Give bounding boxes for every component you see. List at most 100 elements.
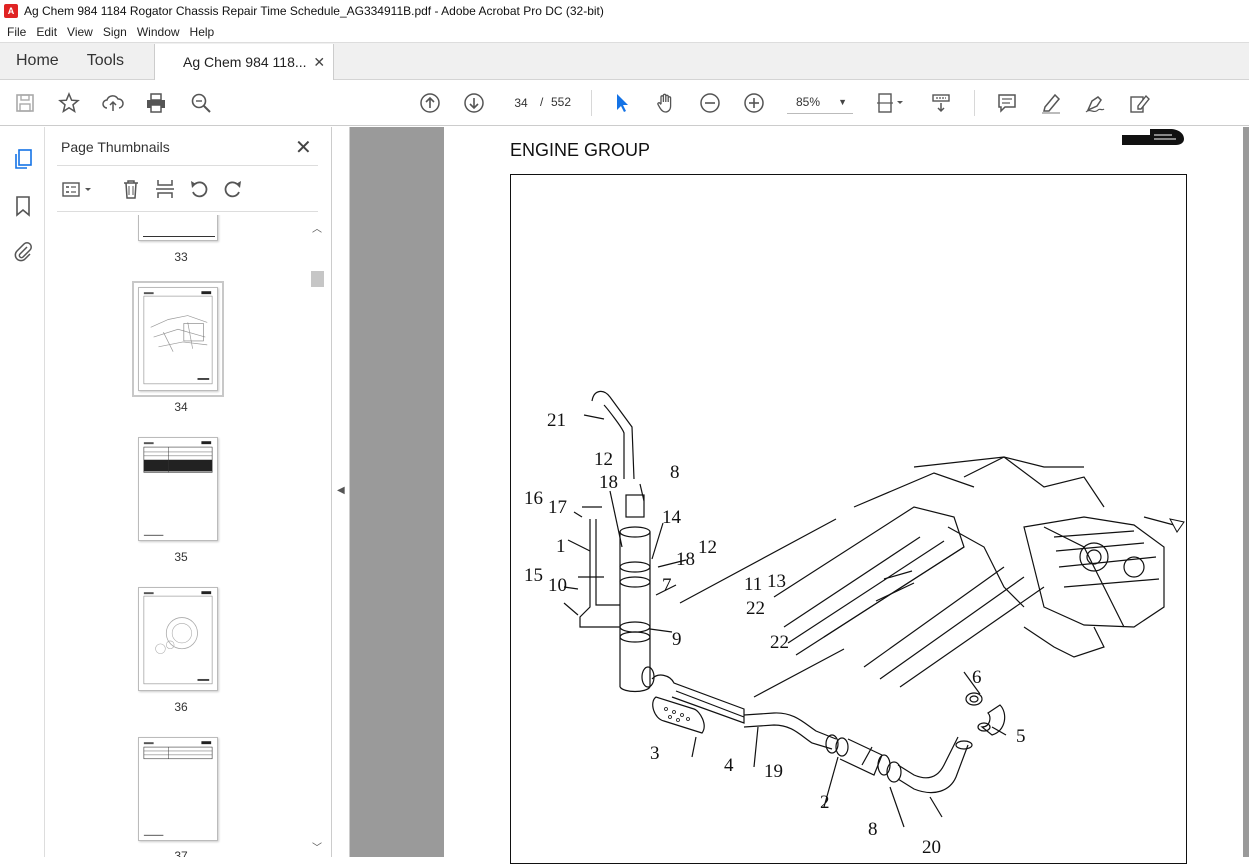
callout-11: 11 (744, 574, 762, 595)
page-thumbnails-panel: Page Thumbnails ✕ 33 34 35 36 37 ︿ ﹀ (45, 127, 332, 857)
print-icon[interactable] (143, 90, 169, 116)
rotate-counterclockwise-icon[interactable] (187, 177, 211, 201)
thumbnail-page-35[interactable] (138, 437, 218, 541)
next-page-icon[interactable] (461, 90, 487, 116)
highlight-pen-icon[interactable] (1038, 90, 1064, 116)
thumbnail-scrollbar[interactable]: ︿ ﹀ (310, 215, 324, 857)
callout-6: 6 (972, 667, 982, 688)
previous-page-icon[interactable] (417, 90, 443, 116)
menu-bar: File Edit View Sign Window Help (0, 22, 1249, 42)
callout-8: 8 (670, 462, 680, 483)
cloud-upload-icon[interactable] (100, 90, 126, 116)
panel-divider (57, 165, 318, 166)
callout-5: 5 (1016, 726, 1026, 747)
thumbnail-label: 34 (174, 400, 188, 414)
callout-21: 21 (547, 410, 566, 431)
callout-2: 2 (820, 792, 830, 813)
bookmark-icon[interactable] (11, 194, 35, 218)
scroll-mode-icon[interactable] (928, 90, 954, 116)
pdf-page: ENGINE GROUP 21 12 8 18 16 17 14 1 18 12… (444, 127, 1243, 864)
callout-7: 7 (662, 575, 672, 596)
exhaust-assembly-diagram: 21 12 8 18 16 17 14 1 18 12 15 10 7 11 1… (524, 390, 1185, 857)
callout-14: 14 (662, 507, 682, 528)
collapse-left-icon[interactable]: ◀ (337, 485, 345, 496)
callout-18b: 18 (676, 549, 695, 570)
zoom-level-select[interactable]: 85% ▼ (787, 92, 853, 114)
panel-collapse-strip[interactable]: ◀ (332, 127, 350, 857)
menu-window[interactable]: Window (132, 22, 185, 42)
comment-icon[interactable] (994, 90, 1020, 116)
callout-18: 18 (599, 472, 618, 493)
sign-pen-icon[interactable] (1082, 90, 1108, 116)
callout-9: 9 (672, 629, 682, 650)
rotate-clockwise-icon[interactable] (221, 177, 245, 201)
callout-12: 12 (594, 449, 613, 470)
insert-page-icon[interactable] (153, 177, 177, 201)
thumbnail-label: 36 (174, 700, 188, 714)
menu-help[interactable]: Help (185, 22, 220, 42)
page-thumbnails-icon[interactable] (11, 147, 35, 171)
thumbnail-page-34[interactable] (132, 281, 224, 397)
delete-page-icon[interactable] (119, 177, 143, 201)
callout-12b: 12 (698, 537, 717, 558)
panel-title: Page Thumbnails (61, 139, 170, 155)
thumbnail-options-icon[interactable] (59, 177, 97, 201)
toolbar-divider (974, 90, 975, 116)
scroll-down-icon[interactable]: ﹀ (312, 839, 322, 854)
thumbnail-page-37[interactable] (138, 737, 218, 841)
zoom-in-icon[interactable] (741, 90, 767, 116)
edit-tools-icon[interactable] (1126, 90, 1152, 116)
menu-file[interactable]: File (2, 22, 31, 42)
callout-22b: 22 (770, 632, 789, 653)
close-tab-icon[interactable]: ✕ (313, 54, 325, 71)
zoom-level-value: 85% (796, 95, 821, 109)
callout-15: 15 (524, 565, 543, 586)
callout-8b: 8 (868, 819, 878, 840)
save-icon[interactable] (12, 90, 38, 116)
callout-10: 10 (548, 575, 567, 596)
current-page-input[interactable]: 34 (507, 92, 535, 114)
navigation-rail (0, 127, 45, 857)
callout-19: 19 (764, 761, 783, 782)
thumbnail-list: 33 34 35 36 37 (57, 215, 309, 857)
toolbar-divider (591, 90, 592, 116)
tab-document[interactable]: Ag Chem 984 118... ✕ (154, 44, 335, 80)
hand-tool-icon[interactable] (653, 90, 679, 116)
callout-16: 16 (524, 488, 543, 509)
zoom-search-icon[interactable] (188, 90, 214, 116)
document-tab-label: Ag Chem 984 118... (183, 54, 307, 70)
tab-tools[interactable]: Tools (73, 43, 138, 79)
toolbar: 34 / 552 85% ▼ (0, 80, 1249, 126)
scroll-up-icon[interactable]: ︿ (312, 220, 322, 235)
thumbnail-page-33[interactable] (138, 215, 218, 241)
thumbnail-page-36[interactable] (138, 587, 218, 691)
title-bar: A Ag Chem 984 1184 Rogator Chassis Repai… (0, 0, 1249, 22)
page-fit-icon[interactable] (872, 90, 908, 116)
callout-1: 1 (556, 536, 566, 557)
acrobat-app-icon: A (4, 4, 18, 18)
attachment-paperclip-icon[interactable] (11, 239, 35, 263)
menu-edit[interactable]: Edit (31, 22, 62, 42)
scroll-thumb[interactable] (311, 271, 324, 287)
menu-view[interactable]: View (62, 22, 98, 42)
thumbnail-label: 35 (174, 550, 188, 564)
window-title: Ag Chem 984 1184 Rogator Chassis Repair … (24, 4, 604, 18)
callout-4: 4 (724, 755, 734, 776)
zoom-out-icon[interactable] (697, 90, 723, 116)
thumbnail-label: 33 (174, 250, 188, 264)
close-panel-icon[interactable]: ✕ (295, 135, 312, 160)
select-pointer-icon[interactable] (609, 90, 635, 116)
callout-17: 17 (548, 497, 567, 518)
chevron-down-icon: ▼ (838, 97, 847, 107)
tab-home[interactable]: Home (0, 43, 73, 79)
tab-bar: Home Tools Ag Chem 984 118... ✕ (0, 42, 1249, 80)
callout-20: 20 (922, 837, 941, 857)
callout-13: 13 (767, 571, 786, 592)
thumbnail-label: 37 (174, 849, 188, 857)
panel-divider (57, 211, 318, 212)
document-view[interactable]: ENGINE GROUP 21 12 8 18 16 17 14 1 18 12… (350, 127, 1249, 864)
page-separator: / (540, 95, 544, 109)
callout-22: 22 (746, 598, 765, 619)
star-icon[interactable] (56, 90, 82, 116)
menu-sign[interactable]: Sign (98, 22, 132, 42)
